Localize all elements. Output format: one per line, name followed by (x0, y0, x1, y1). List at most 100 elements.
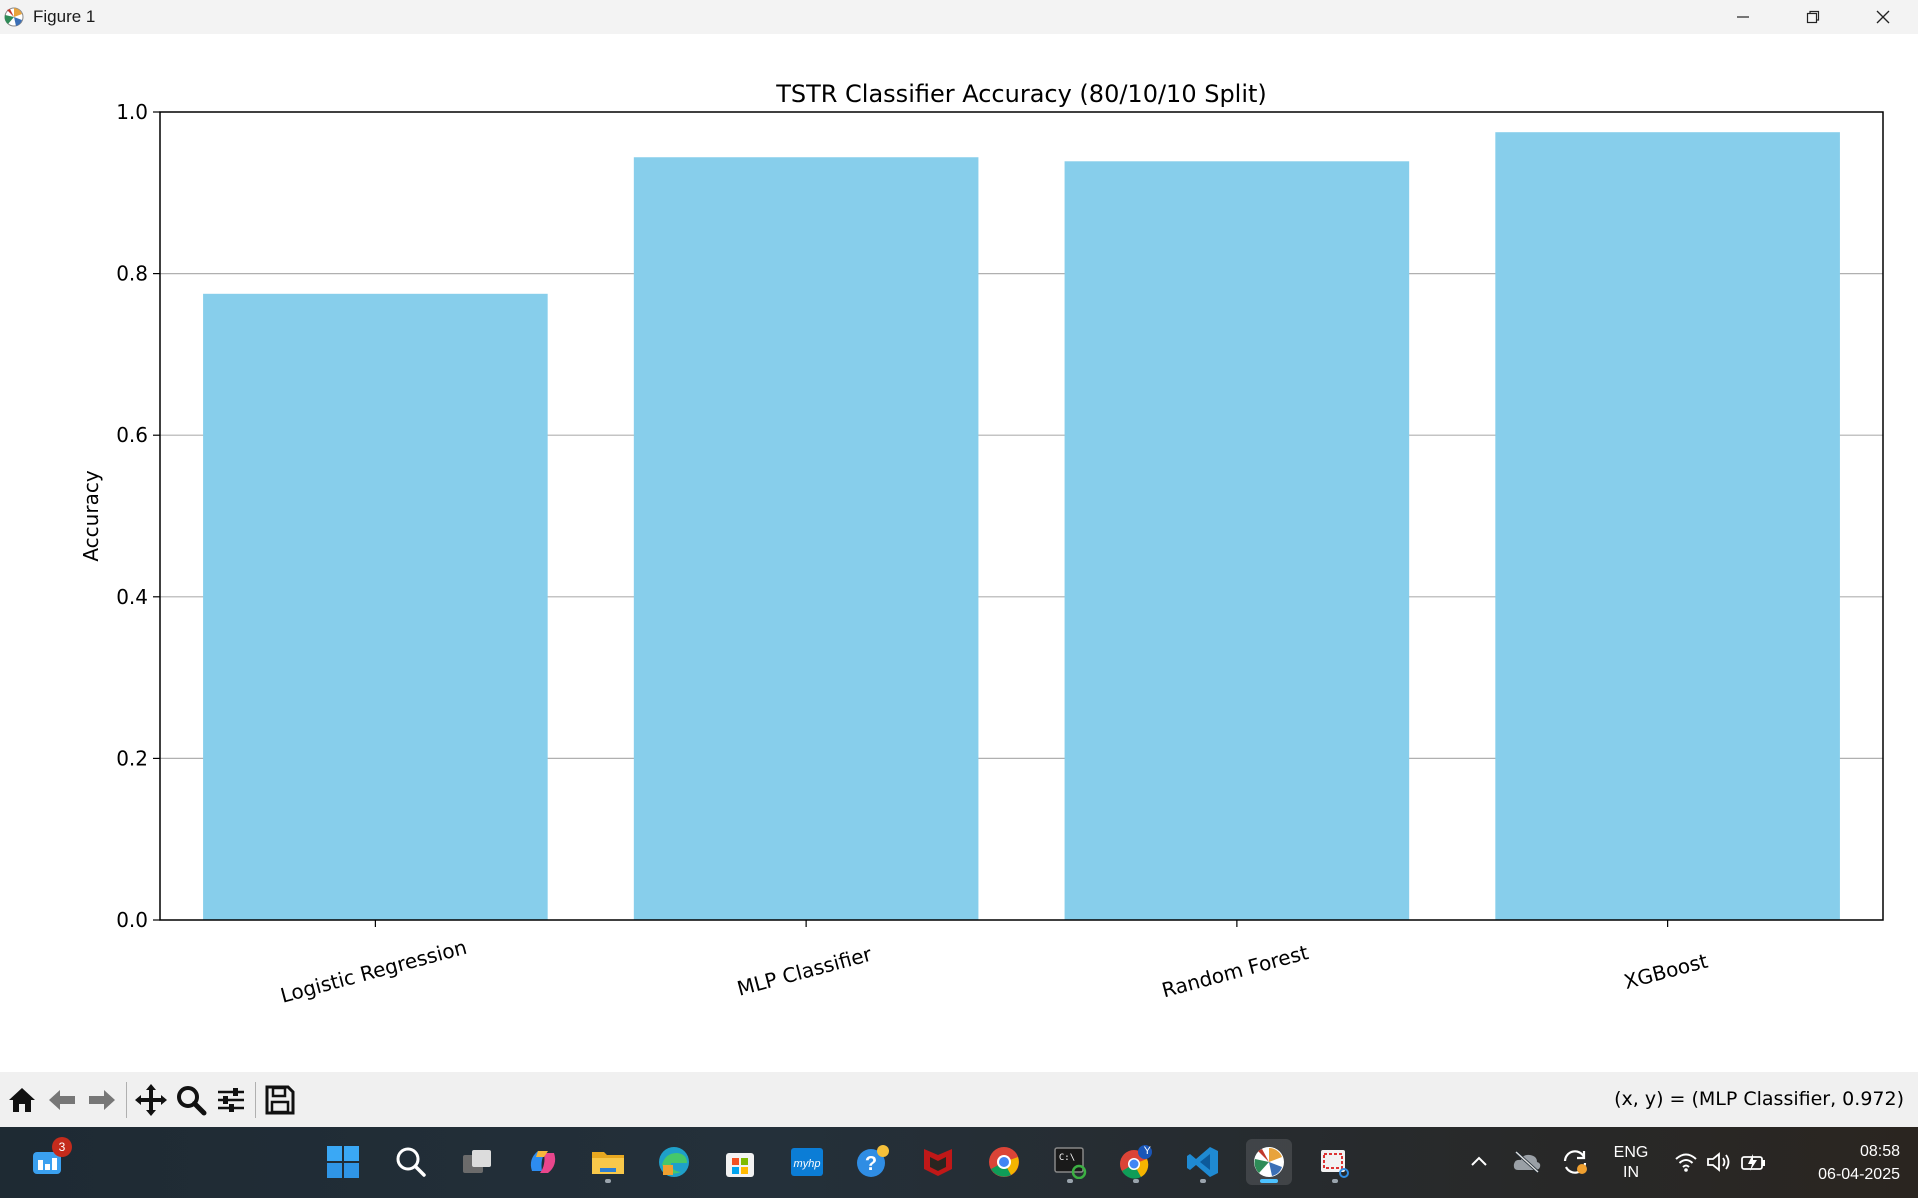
y-tick-label: 0.6 (116, 423, 148, 447)
window-titlebar: Figure 1 (0, 0, 1918, 34)
mcafee-icon (924, 1149, 952, 1176)
wifi-icon (1675, 1153, 1697, 1172)
microsoft-store-button[interactable] (717, 1139, 763, 1185)
home-icon (9, 1087, 35, 1112)
restore-icon (1806, 10, 1820, 24)
running-indicator (1332, 1179, 1338, 1183)
edge-button[interactable] (651, 1139, 697, 1185)
bar-mlp-classifier (633, 157, 979, 921)
clock-time: 08:58 (1859, 1143, 1900, 1160)
forward-button[interactable] (82, 1080, 122, 1120)
vscode-button[interactable] (1180, 1139, 1226, 1185)
minimize-button[interactable] (1708, 0, 1778, 34)
y-axis-label: Accuracy (79, 470, 103, 561)
search-button[interactable] (388, 1139, 434, 1185)
chrome-profile-button[interactable]: Y (1113, 1139, 1159, 1185)
back-icon (49, 1089, 75, 1110)
y-tick-label: 0.2 (116, 746, 148, 770)
mcafee-button[interactable] (915, 1139, 961, 1185)
show-hidden-icons-button[interactable] (1456, 1139, 1502, 1185)
running-indicator (1200, 1179, 1206, 1183)
save-button[interactable] (260, 1080, 300, 1120)
terminal-button[interactable]: C:\ (1047, 1139, 1093, 1185)
svg-text:myhp: myhp (794, 1158, 821, 1170)
windows-logo-icon (327, 1146, 359, 1178)
notification-badge: 3 (52, 1137, 72, 1157)
bar-xgboost (1495, 132, 1840, 920)
x-tick-label: Random Forest (1159, 940, 1311, 1002)
widgets-button[interactable]: 3 (24, 1137, 72, 1185)
svg-text:?: ? (865, 1153, 877, 1175)
pan-icon (135, 1083, 167, 1116)
x-tick-label: XGBoost (1621, 949, 1710, 994)
bar-random-forest (1064, 161, 1410, 921)
snipping-tool-button[interactable] (1312, 1139, 1358, 1185)
running-indicator (1067, 1179, 1073, 1183)
start-button[interactable] (320, 1139, 366, 1185)
chrome-button[interactable] (981, 1139, 1027, 1185)
myhp-button[interactable]: myhp (784, 1139, 830, 1185)
configure-subplots-button[interactable] (211, 1080, 251, 1120)
running-indicator (1133, 1179, 1139, 1183)
taskbar: 3 myhp ? C:\ Y ENG IN 08:58 06-04-2025 (0, 1127, 1918, 1198)
folder-icon (592, 1152, 624, 1174)
cursor-coordinates: (x, y) = (MLP Classifier, 0.972) (1614, 1088, 1904, 1110)
terminal-icon: C:\ (1054, 1147, 1087, 1179)
running-indicator (605, 1179, 611, 1183)
sync-icon (1563, 1150, 1587, 1174)
y-tick-label: 0.0 (116, 908, 148, 932)
svg-text:C:\: C:\ (1059, 1153, 1075, 1163)
close-button[interactable] (1848, 0, 1918, 34)
matplotlib-icon (1254, 1147, 1284, 1177)
y-tick-label: 0.4 (116, 585, 148, 609)
close-icon (1876, 10, 1890, 24)
chrome-icon (989, 1147, 1019, 1177)
language-code: ENG (1613, 1144, 1649, 1161)
zoom-icon (177, 1085, 207, 1115)
bar-logistic-regression (203, 293, 548, 920)
active-indicator (1260, 1179, 1278, 1183)
file-explorer-button[interactable] (585, 1139, 631, 1185)
y-tick-label: 1.0 (116, 100, 148, 124)
myhp-icon: myhp (791, 1148, 823, 1176)
edge-icon (659, 1147, 689, 1177)
pan-button[interactable] (131, 1080, 171, 1120)
figure-canvas[interactable]: 0.0 0.2 0.4 0.6 0.8 1.0 Logistic Regression ML… (0, 34, 1918, 1072)
toolbar-separator (126, 1081, 127, 1118)
restore-button[interactable] (1778, 0, 1848, 34)
task-view-icon (463, 1150, 491, 1173)
chevron-up-icon (1471, 1156, 1487, 1166)
get-help-button[interactable]: ? (850, 1139, 896, 1185)
chart-title: TSTR Classifier Accuracy (80/10/10 Split… (775, 80, 1267, 108)
region-code: IN (1623, 1164, 1639, 1181)
profile-badge: Y (1143, 1145, 1151, 1157)
quick-settings-button[interactable] (1666, 1139, 1776, 1185)
x-tick-label: Logistic Regression (278, 935, 470, 1008)
matplotlib-figure-button[interactable] (1246, 1139, 1292, 1185)
window-title: Figure 1 (33, 7, 96, 26)
language-indicator[interactable]: ENG IN (1606, 1143, 1656, 1183)
zoom-button[interactable] (171, 1080, 211, 1120)
matplotlib-app-icon (3, 6, 25, 28)
onedrive-button[interactable] (1504, 1139, 1550, 1185)
minimize-icon (1737, 16, 1749, 18)
configure-icon (218, 1087, 244, 1112)
cloud-offline-icon (1513, 1150, 1541, 1174)
help-icon: ? (857, 1145, 889, 1177)
x-tick-label: MLP Classifier (734, 942, 874, 1001)
store-icon (726, 1153, 754, 1177)
copilot-button[interactable] (520, 1139, 566, 1185)
forward-icon (89, 1089, 115, 1110)
y-tick-label: 0.8 (116, 262, 148, 286)
task-view-button[interactable] (454, 1139, 500, 1185)
vscode-icon (1187, 1147, 1218, 1177)
search-icon (396, 1147, 426, 1177)
volume-icon (1707, 1152, 1730, 1172)
copilot-icon (530, 1151, 556, 1173)
bar-chart: 0.0 0.2 0.4 0.6 0.8 1.0 Logistic Regression ML… (79, 80, 1884, 1008)
clock[interactable]: 08:58 06-04-2025 (1786, 1140, 1910, 1186)
sync-button[interactable] (1552, 1139, 1598, 1185)
battery-charging-icon (1741, 1154, 1765, 1171)
home-button[interactable] (2, 1080, 42, 1120)
back-button[interactable] (42, 1080, 82, 1120)
